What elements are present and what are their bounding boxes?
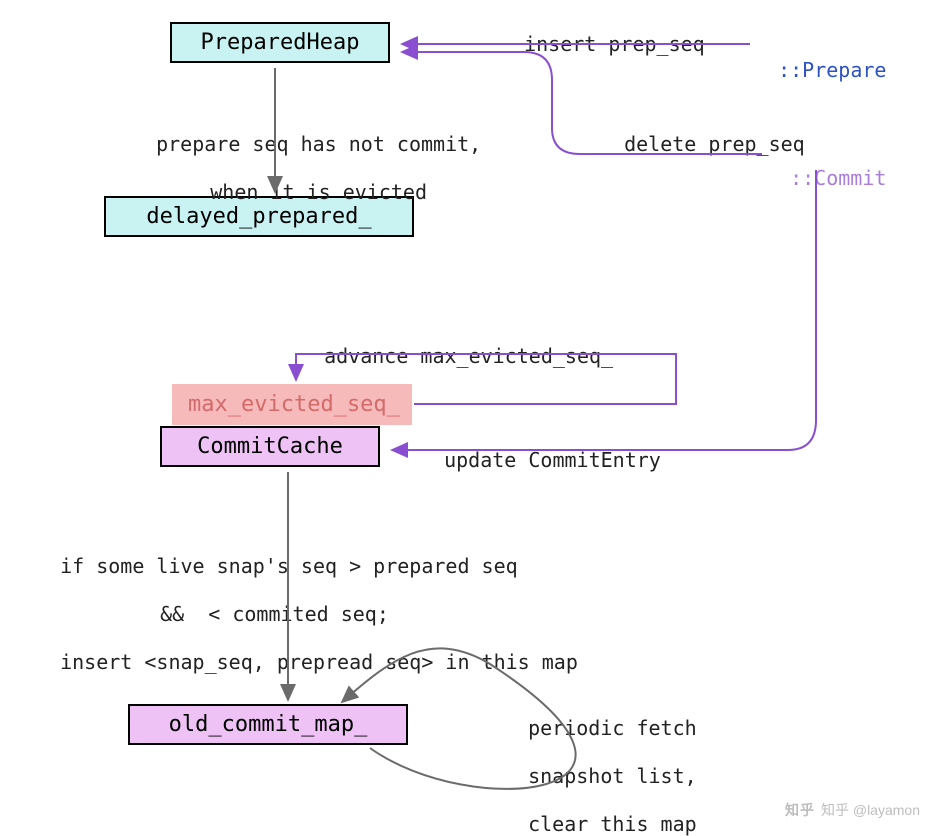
old-commit-map-label: old_commit_map_ bbox=[169, 712, 368, 737]
commit-cache-box: CommitCache bbox=[160, 426, 380, 467]
commit-cache-label: CommitCache bbox=[197, 434, 343, 459]
prepared-heap-box: PreparedHeap bbox=[170, 22, 390, 63]
commit-source-label: ::Commit bbox=[766, 142, 886, 190]
old-commit-map-box: old_commit_map_ bbox=[128, 704, 408, 745]
max-evicted-seq-box: max_evicted_seq_ bbox=[172, 384, 412, 425]
prepare-seq-note: prepare seq has not commit, when it is e… bbox=[132, 108, 481, 204]
prepare-source-label: ::Prepare bbox=[754, 34, 886, 82]
delayed-prepared-label: delayed_prepared_ bbox=[146, 204, 371, 229]
watermark: 知乎 知乎 @layamon bbox=[785, 800, 920, 820]
update-commit-entry-label: update CommitEntry bbox=[420, 424, 661, 472]
prepared-heap-label: PreparedHeap bbox=[201, 30, 360, 55]
edge-commit-to-commitcache bbox=[392, 170, 816, 450]
zhihu-logo-text: 知乎 bbox=[785, 800, 815, 820]
periodic-note: periodic fetch snapshot list, clear this… bbox=[504, 692, 697, 836]
insert-prep-seq-label: insert prep_seq bbox=[500, 8, 705, 56]
advance-label: advance max_evicted_seq_ bbox=[300, 320, 613, 368]
max-evicted-seq-label: max_evicted_seq_ bbox=[188, 392, 400, 417]
snap-note: if some live snap's seq > prepared seq &… bbox=[36, 530, 578, 674]
watermark-text: 知乎 @layamon bbox=[821, 800, 920, 820]
